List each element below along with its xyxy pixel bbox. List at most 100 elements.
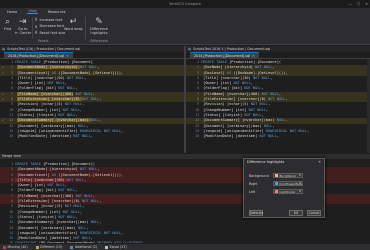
code-token: NOT NULL — [252, 75, 271, 80]
code-token: , — [285, 118, 288, 123]
defaults-button[interactable]: Defaults — [249, 210, 263, 216]
code-token: [rowguid] [uniqueidentifier] — [201, 128, 266, 133]
center-button[interactable]: ≡ Center — [14, 30, 31, 35]
code-token: [DocumentSummary] [nvarchar](max) — [15, 220, 91, 225]
code-token: [FolderFlag] [bit] — [15, 86, 59, 91]
tab-resources[interactable]: Resources — [47, 10, 67, 14]
code-token: [DocumentLevel] — [15, 70, 52, 75]
code-token: NOT NULL — [62, 209, 80, 214]
close-icon[interactable]: ✕ — [318, 159, 321, 166]
code-token: [Document] [varbinary](max) — [15, 225, 78, 230]
left-row: Left LightCoral ▼ — [249, 189, 303, 194]
goto-icon: ⇥ — [18, 17, 27, 27]
decrease-font-button[interactable]: a Decrease font — [34, 24, 64, 29]
code-token: [FolderFlag] [bit] — [15, 188, 59, 193]
left-document-tab[interactable]: 2016.[Production].[Document].sql ✕ — [4, 52, 73, 58]
pane-splitter[interactable] — [184, 46, 186, 153]
code-token: , — [278, 91, 282, 96]
difference-highlights-button[interactable]: ✎ Difference highlights — [88, 17, 110, 35]
code-token: , — [250, 81, 253, 86]
line-number: 16 — [6, 241, 15, 243]
find-label: Find — [4, 27, 12, 31]
code-token: , — [82, 102, 85, 107]
left-swatch — [275, 190, 278, 193]
ribbon-group-differences: Differences — [90, 39, 109, 43]
tab-home[interactable]: Home — [6, 10, 18, 14]
left-label: Left — [249, 189, 256, 194]
code-token: [ChangeNumber] [int] — [15, 209, 63, 214]
equal-count: Equal (23) — [109, 245, 127, 249]
code-token: NOT NULL — [261, 91, 279, 96]
code-token: , — [84, 75, 87, 80]
code-line[interactable]: 15 [ModifiedDate] [datetime] NOT NULL, — [186, 134, 370, 139]
minimize-button[interactable]: — — [348, 2, 352, 6]
code-token: , — [75, 188, 78, 193]
code-token: , — [82, 204, 85, 209]
code-token: [Production].[Document]( — [43, 162, 96, 166]
maximize-button[interactable]: ☐ — [357, 2, 360, 6]
font-decrease-icon: a — [34, 23, 38, 29]
code-token: NOT NULL — [255, 65, 273, 70]
code-token: NOT NULL — [73, 236, 91, 241]
dialog-title: Difference highlights — [247, 160, 285, 164]
word-wrap-button[interactable]: ↵ Word wrap — [64, 17, 83, 31]
code-token: [FileExtension] [nvarchar](8) — [17, 97, 83, 102]
cancel-button[interactable]: Cancel — [307, 210, 321, 216]
background-select[interactable]: BurlyWood ▼ — [273, 173, 303, 178]
left-editor[interactable]: 1 CREATE TABLE [Production].[Document] ✓ 2 … — [0, 59, 184, 153]
code-token: NOT NULL — [233, 81, 251, 86]
missing-swatch — [3, 245, 6, 249]
code-token: , — [99, 199, 102, 204]
code-token: [DocLevel] — [201, 70, 227, 75]
code-token: [FileName] [nvarchar](400) — [17, 91, 74, 96]
code-token: NOT NULL — [58, 188, 76, 193]
right-select[interactable]: CornflowerBlue ▼ — [273, 181, 303, 186]
reset-font-label: Reset font size — [39, 30, 66, 35]
code-token: [ChangeNumber] [int] — [201, 107, 249, 112]
right-document-tab[interactable]: 2014.[Production].[Document].sql ✕ — [190, 52, 259, 58]
code-token: NOT NULL — [64, 204, 83, 209]
left-select[interactable]: LightCoral ▼ — [273, 189, 303, 194]
right-path: ScriptsTest 2016 4 | Production | Docume… — [193, 47, 271, 51]
code-token: [Status] [tinyint] — [201, 112, 245, 117]
code-token: , — [268, 102, 271, 107]
code-token: NOT NULL — [259, 134, 277, 139]
code-token: [DocNode] [hierarchyid] — [201, 65, 256, 70]
ok-button[interactable]: OK — [289, 210, 303, 216]
find-button[interactable]: ⌕ Find — [4, 17, 11, 31]
code-token: , — [92, 91, 96, 96]
code-token: CREATE TABLE — [15, 162, 44, 166]
code-token: CONSTRAINT — [15, 241, 39, 243]
right-label: Right — [249, 181, 258, 186]
code-token: [DocumentNode] [hierarchyid] — [15, 167, 80, 172]
word-wrap-icon: ↵ — [69, 17, 78, 27]
right-editor[interactable]: 1 CREATE TABLE [Production].[Document](2 … — [186, 59, 370, 153]
right-pane: ▤ ScriptsTest 2016 4 | Production | Docu… — [186, 46, 370, 153]
code-token: [Owner] [int] — [201, 81, 234, 86]
status-missing[interactable]: Missing (40) — [3, 245, 28, 249]
increase-font-button[interactable]: A Increase font — [34, 17, 63, 22]
status-equal[interactable]: Equal (23) — [105, 245, 127, 249]
tab-view[interactable]: View — [27, 9, 38, 14]
dialog-title-bar: Difference highlights ✕ — [244, 159, 324, 166]
code-token: NOT NULL — [66, 75, 85, 80]
code-line[interactable]: 16CONSTRAINT [PK_Document_DocumentNode] … — [0, 241, 370, 243]
goto-button[interactable]: ⇥ Go to — [18, 17, 27, 31]
status-additional[interactable]: Additional (2) — [70, 245, 97, 249]
file-icon: ▤ — [188, 47, 192, 51]
close-button[interactable]: ✕ — [365, 2, 368, 6]
code-token: , — [265, 107, 269, 112]
code-line[interactable]: 15 [ModifiedDate] [datetime] NOT NULL, — [0, 134, 184, 139]
code-token: [Status] [tinyint] — [15, 214, 59, 219]
code-token: , — [276, 134, 279, 139]
code-token: , — [99, 220, 102, 225]
status-different[interactable]: Different (15) — [35, 245, 62, 249]
ribbon: ⌕ Find ⇥ Go to ≡ Center A Increase font … — [0, 15, 370, 45]
code-token: [Revision] [nchar](5) — [15, 102, 65, 107]
close-icon[interactable]: ✕ — [252, 54, 255, 58]
highlight-icon: ✎ — [95, 17, 103, 27]
code-token: [ModifiedDate] [datetime] — [15, 134, 74, 139]
code-token: NOT NULL — [250, 102, 269, 107]
reset-font-button[interactable]: A Reset font size — [34, 30, 66, 35]
close-icon[interactable]: ✕ — [66, 54, 69, 58]
